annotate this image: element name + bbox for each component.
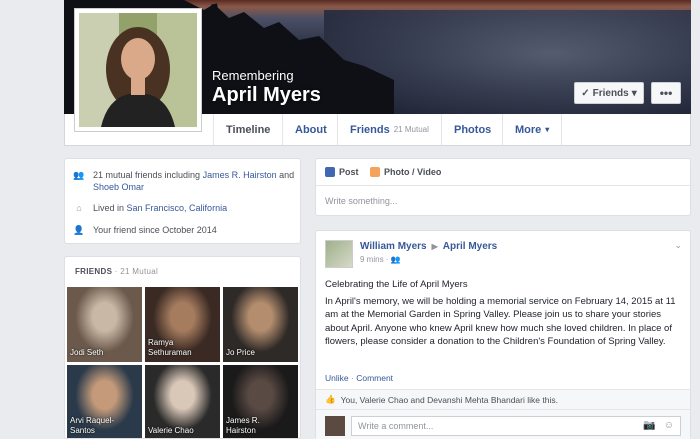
tab-label: More	[515, 123, 542, 136]
person-icon: 👤	[73, 225, 85, 235]
intro-mutual-friends: 👥 21 mutual friends including James R. H…	[73, 169, 298, 193]
mutual-text: 21 mutual friends including	[93, 170, 203, 180]
post-actions: Unlike · Comment	[325, 373, 393, 383]
pencil-icon	[325, 167, 335, 177]
likes-text[interactable]: You, Valerie Chao and Devanshi Mehta Bha…	[341, 395, 558, 405]
tab-about[interactable]: About	[282, 114, 339, 145]
tab-label: Timeline	[226, 123, 271, 136]
post-timestamp[interactable]: 9 mins	[360, 255, 384, 264]
thumbs-up-icon: 👍	[325, 394, 336, 404]
tab-label: Photos	[454, 123, 492, 136]
friend-name: James R. Hairston	[226, 416, 260, 435]
composer-post-tab[interactable]: Post	[325, 167, 359, 177]
divider	[316, 185, 690, 186]
friends-count: · 21 Mutual	[112, 267, 159, 276]
friend-tile[interactable]: James R. Hairston	[223, 365, 298, 438]
city-link[interactable]: San Francisco, California	[127, 203, 228, 213]
tab-friends-count: 21 Mutual	[393, 125, 429, 134]
intro-card: 👥 21 mutual friends including James R. H…	[64, 158, 301, 244]
composer-input[interactable]: Write something...	[325, 196, 397, 206]
remembering-label: Remembering	[212, 68, 294, 83]
friend-tile[interactable]: Jodi Seth	[67, 287, 142, 362]
audience-friends-icon[interactable]: · 👥	[386, 255, 401, 264]
post-meta: 9 mins · 👥	[360, 255, 401, 264]
tab-label: Friends	[350, 123, 390, 136]
profile-photo	[79, 13, 197, 127]
lived-text: Lived in	[93, 203, 127, 213]
likes-bar: 👍 You, Valerie Chao and Devanshi Mehta B…	[316, 389, 690, 409]
arrow-right-icon: ▶	[431, 242, 438, 251]
post-author-link[interactable]: William Myers	[360, 241, 427, 252]
composer-post-label: Post	[339, 167, 359, 177]
composer-photo-label: Photo / Video	[384, 167, 442, 177]
friends-button[interactable]: ✓ Friends ▾	[574, 82, 644, 104]
mutual-friend-link[interactable]: Shoeb Omar	[93, 182, 144, 192]
friend-tile[interactable]: Ramya Sethuraman	[145, 287, 220, 362]
more-options-button[interactable]: •••	[651, 82, 681, 104]
friend-name: Valerie Chao	[148, 426, 194, 435]
emoji-icon[interactable]: ☺	[664, 420, 674, 431]
comment-input[interactable]: Write a comment... 📷 ☺	[351, 416, 681, 436]
caret-down-icon: ▾	[545, 125, 550, 134]
friends-button-label: Friends	[592, 87, 629, 99]
post-title-line: Celebrating the Life of April Myers	[325, 279, 468, 290]
friend-name: Ramya Sethuraman	[148, 338, 192, 357]
camera-icon[interactable]: 📷	[643, 420, 655, 431]
friend-name: Jodi Seth	[70, 348, 104, 357]
friend-name: Arvi Raquel- Santos	[70, 416, 115, 435]
caret-down-icon: ▾	[631, 87, 637, 99]
mutual-friend-link[interactable]: James R. Hairston	[203, 170, 277, 180]
post-options-chevron-icon[interactable]: ⌄	[674, 240, 682, 251]
comment-bar: Write a comment... 📷 ☺	[316, 409, 690, 439]
unlike-link[interactable]: Unlike	[325, 373, 349, 383]
post-target-link[interactable]: April Myers	[443, 241, 497, 252]
comment-link[interactable]: Comment	[356, 373, 393, 383]
intro-lived: ⌂ Lived in San Francisco, California	[73, 202, 298, 214]
tab-label: About	[295, 123, 327, 136]
tab-friends[interactable]: Friends 21 Mutual	[337, 114, 441, 145]
tab-more[interactable]: More ▾	[502, 114, 563, 145]
tab-photos[interactable]: Photos	[441, 114, 503, 145]
composer-photo-tab[interactable]: Photo / Video	[370, 167, 441, 177]
friend-name: Jo Price	[226, 348, 255, 357]
photo-icon	[370, 167, 380, 177]
friend-since-text: Your friend since October 2014	[93, 225, 217, 235]
intro-friend-since: 👤 Your friend since October 2014	[73, 224, 298, 236]
friend-tile[interactable]: Arvi Raquel- Santos	[67, 365, 142, 438]
post-body: Celebrating the Life of April Myers In A…	[325, 278, 681, 352]
mutual-and: and	[276, 170, 295, 180]
viewer-avatar	[325, 416, 345, 436]
friends-card: FRIENDS · 21 Mutual Jodi Seth Ramya Sethu…	[64, 256, 301, 439]
post-composer: Post Photo / Video Write something...	[315, 158, 691, 216]
author-avatar[interactable]	[325, 240, 353, 268]
home-icon: ⌂	[76, 203, 82, 213]
friend-tile[interactable]: Jo Price	[223, 287, 298, 362]
friends-icon: 👥	[73, 170, 85, 180]
comment-placeholder: Write a comment...	[358, 421, 434, 431]
friends-header[interactable]: FRIENDS · 21 Mutual	[75, 267, 158, 276]
tab-timeline[interactable]: Timeline	[213, 114, 282, 145]
friend-tile[interactable]: Valerie Chao	[145, 365, 220, 438]
post-text: In April's memory, we will be holding a …	[325, 295, 676, 348]
profile-name[interactable]: April Myers	[212, 84, 321, 107]
profile-picture[interactable]	[74, 8, 202, 132]
check-icon: ✓	[581, 87, 590, 99]
timeline-post: William Myers ▶ April Myers 9 mins · 👥 ⌄…	[315, 230, 691, 439]
post-header: William Myers ▶ April Myers	[360, 241, 497, 252]
friends-title: FRIENDS	[75, 267, 113, 276]
